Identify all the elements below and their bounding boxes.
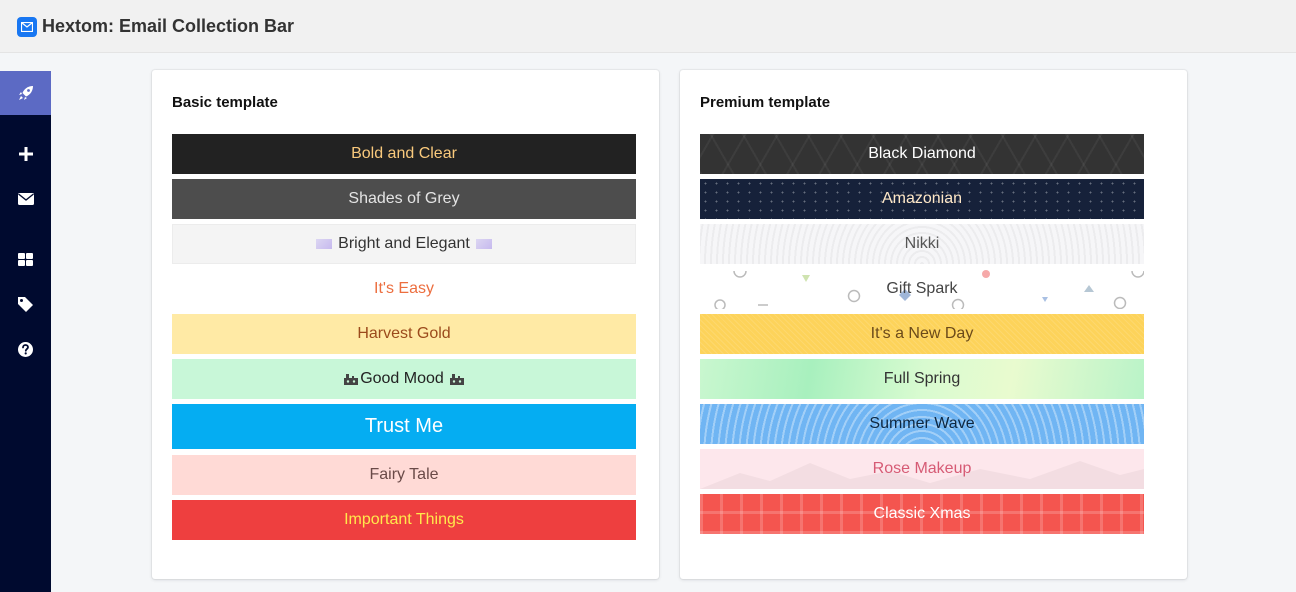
template-label: Gift Spark [886, 280, 958, 297]
tag-icon [18, 296, 33, 312]
envelope-icon [17, 193, 34, 205]
sidebar-item-add[interactable] [0, 132, 51, 176]
template-label: Amazonian [881, 190, 963, 207]
template-rose-makeup[interactable]: Rose Makeup [700, 449, 1144, 489]
emoji-right-icon [449, 374, 464, 385]
template-label: Shades of Grey [348, 190, 460, 207]
basic-template-card: Basic template Bold and Clear Shades of … [152, 70, 659, 579]
template-important-things[interactable]: Important Things [172, 500, 636, 540]
sidebar-item-help[interactable] [0, 327, 51, 371]
template-label: It's Easy [374, 280, 434, 297]
template-label: Harvest Gold [357, 325, 451, 342]
emoji-left-icon [344, 374, 359, 385]
rocket-icon [18, 86, 33, 100]
sidebar-item-campaigns[interactable] [0, 71, 51, 115]
template-label: Fairy Tale [369, 466, 439, 483]
template-amazonian[interactable]: Amazonian [700, 179, 1144, 219]
template-bright-and-elegant[interactable]: Bright and Elegant [172, 224, 636, 264]
template-label: It's a New Day [870, 325, 974, 342]
sidebar-item-email[interactable] [0, 177, 51, 221]
template-label: Rose Makeup [872, 460, 972, 477]
template-black-diamond[interactable]: Black Diamond [700, 134, 1144, 174]
template-label: Classic Xmas [873, 505, 971, 522]
app-header: Hextom: Email Collection Bar [0, 0, 1296, 53]
dashboard-icon [18, 252, 33, 266]
sidebar [0, 71, 51, 592]
template-its-a-new-day[interactable]: It's a New Day [700, 314, 1144, 354]
app-title: Hextom: Email Collection Bar [42, 16, 295, 36]
template-shades-of-grey[interactable]: Shades of Grey [172, 179, 636, 219]
template-good-mood[interactable]: Good Mood [172, 359, 636, 399]
template-label: Trust Me [364, 415, 444, 437]
template-gift-spark[interactable]: Gift Spark [700, 269, 1144, 309]
plus-icon [18, 147, 33, 161]
template-its-easy[interactable]: It's Easy [172, 269, 636, 309]
template-label: Full Spring [883, 370, 961, 387]
template-summer-wave[interactable]: Summer Wave [700, 404, 1144, 444]
template-label: Bright and Elegant [338, 235, 470, 252]
app-logo-icon [17, 17, 37, 37]
template-classic-xmas[interactable]: Classic Xmas [700, 494, 1144, 534]
template-bold-and-clear[interactable]: Bold and Clear [172, 134, 636, 174]
template-label: Important Things [344, 511, 464, 528]
template-label: Black Diamond [868, 145, 976, 162]
template-nikki[interactable]: Nikki [700, 224, 1144, 264]
template-trust-me[interactable]: Trust Me [172, 404, 636, 449]
template-label: Bold and Clear [351, 145, 457, 162]
decor-left-icon [316, 239, 333, 249]
template-label: Summer Wave [869, 415, 975, 432]
decor-right-icon [475, 239, 492, 249]
premium-template-title: Premium template [700, 94, 831, 111]
premium-template-card: Premium template Black Diamond Amazonian… [680, 70, 1187, 579]
template-harvest-gold[interactable]: Harvest Gold [172, 314, 636, 354]
template-label: Good Mood [360, 370, 444, 387]
basic-template-title: Basic template [172, 94, 278, 111]
template-label: Nikki [904, 235, 940, 252]
template-fairy-tale[interactable]: Fairy Tale [172, 455, 636, 495]
template-full-spring[interactable]: Full Spring [700, 359, 1144, 399]
sidebar-item-tags[interactable] [0, 282, 51, 326]
question-icon [18, 341, 33, 357]
sidebar-item-dashboard[interactable] [0, 237, 51, 281]
